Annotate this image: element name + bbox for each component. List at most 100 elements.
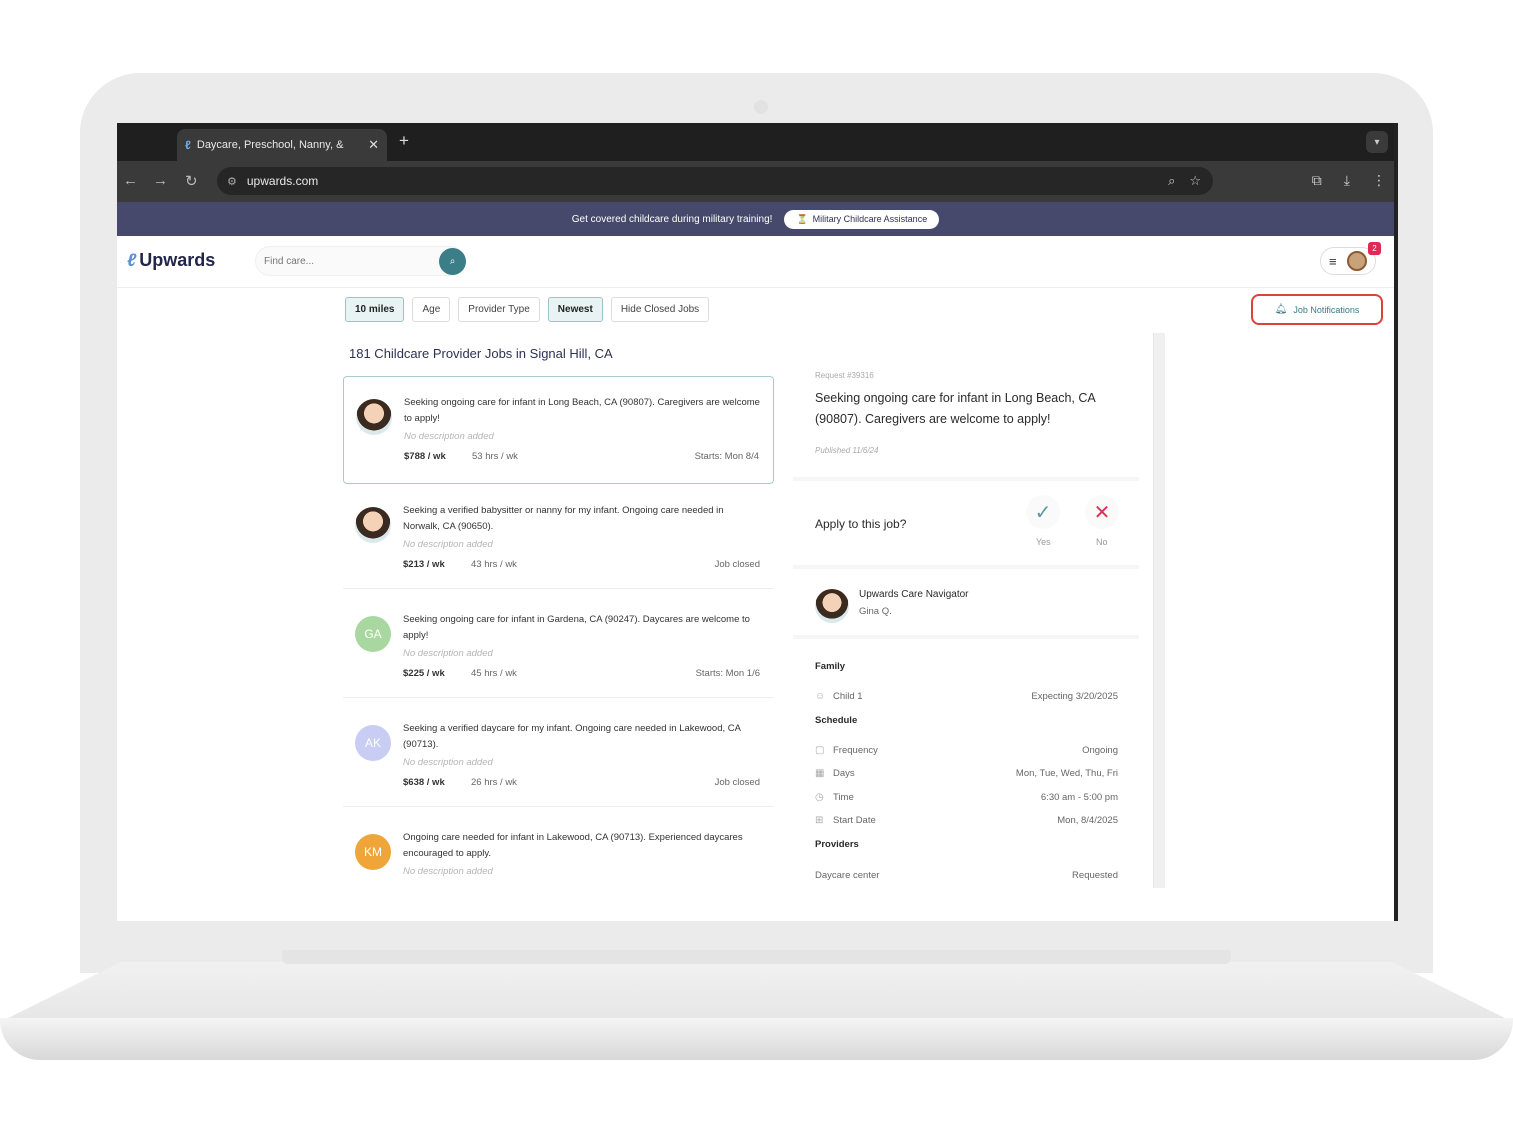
upwards-logo[interactable]: ℓ Upwards	[127, 250, 215, 271]
search-button[interactable]: ⌕	[439, 248, 466, 275]
close-icon: ✕	[1093, 501, 1111, 524]
avatar	[815, 589, 849, 623]
start-date-label: Start Date	[833, 815, 876, 826]
bookmark-star-icon[interactable]: ☆	[1189, 173, 1201, 189]
job-card[interactable]: GA Seeking ongoing care for infant in Ga…	[343, 594, 774, 698]
url-text: upwards.com	[246, 174, 319, 188]
new-tab-icon[interactable]: +	[399, 131, 409, 151]
zoom-icon[interactable]: ⌕	[1168, 173, 1175, 189]
job-description: No description added	[403, 757, 493, 768]
published-date: Published 11/6/24	[815, 446, 879, 455]
filter-hide-closed[interactable]: Hide Closed Jobs	[610, 297, 710, 322]
avatar: AK	[355, 725, 391, 761]
apply-no-button[interactable]: ✕	[1085, 495, 1119, 529]
child-value: Expecting 3/20/2025	[1031, 691, 1118, 702]
clock-icon: ◷	[815, 792, 824, 803]
calendar-plus-icon: ⊞	[815, 815, 824, 826]
job-hours: 43 hrs / wk	[471, 559, 517, 570]
more-menu-icon[interactable]: ⋮	[1372, 172, 1386, 189]
job-title: Seeking ongoing care for infant in Long …	[404, 397, 760, 424]
job-title: Ongoing care needed for infant in Lakewo…	[403, 832, 743, 859]
job-description: No description added	[404, 431, 494, 442]
filter-sort-newest[interactable]: Newest	[547, 297, 603, 322]
job-notifications-button[interactable]: 🔔︎ Job Notifications	[1251, 294, 1383, 325]
days-label: Days	[833, 768, 855, 779]
search-box: ⌕	[255, 246, 466, 276]
filter-distance[interactable]: 10 miles	[345, 297, 405, 322]
job-title: Seeking a verified babysitter or nanny f…	[403, 505, 724, 532]
job-description: No description added	[403, 866, 493, 877]
extensions-icon[interactable]: ⧉	[1312, 172, 1322, 189]
job-card[interactable]: KM Ongoing care needed for infant in Lak…	[343, 812, 774, 916]
job-description: No description added	[403, 648, 493, 659]
time-row: ◷ Time 6:30 am - 5:00 pm	[815, 792, 1118, 803]
avatar	[356, 399, 392, 435]
address-bar[interactable]: ⚙ upwards.com ⌕ ☆	[217, 167, 1213, 195]
site-settings-icon[interactable]: ⚙	[227, 175, 237, 188]
reload-icon[interactable]: ↻	[185, 172, 198, 190]
child-row: ☺ Child 1 Expecting 3/20/2025	[815, 691, 1118, 702]
filter-provider-type[interactable]: Provider Type	[458, 297, 540, 322]
calendar-icon: ▢	[815, 745, 825, 756]
start-date-value: Mon, 8/4/2025	[1057, 815, 1118, 826]
no-label: No	[1096, 537, 1108, 547]
apply-yes-button[interactable]: ✓	[1026, 495, 1060, 529]
job-card[interactable]: AK Seeking a verified daycare for my inf…	[343, 703, 774, 807]
care-navigator: Upwards Care Navigator Gina Q.	[793, 569, 1139, 635]
job-pay: $638 / wk	[403, 777, 445, 788]
laptop-foot	[0, 1018, 1513, 1060]
bell-icon: 🔔︎	[1274, 304, 1288, 315]
job-card[interactable]: Seeking ongoing care for infant in Long …	[343, 376, 774, 484]
family-heading: Family	[815, 661, 846, 672]
frequency-row: ▢ Frequency Ongoing	[815, 745, 1118, 756]
download-icon[interactable]: ⤓	[1344, 172, 1350, 189]
search-input[interactable]	[256, 247, 406, 275]
start-date-row: ⊞ Start Date Mon, 8/4/2025	[815, 815, 1118, 826]
job-title: Seeking ongoing care for infant in Garde…	[403, 614, 750, 641]
request-details: Family ☺ Child 1 Expecting 3/20/2025 Sche…	[793, 639, 1139, 921]
tab-title: Daycare, Preschool, Nanny, &	[196, 139, 344, 151]
time-value: 6:30 am - 5:00 pm	[1040, 792, 1118, 803]
days-row: ▦ Days Mon, Tue, Wed, Thu, Fri	[815, 768, 1118, 779]
avatar: KM	[355, 834, 391, 870]
request-title: Seeking ongoing care for infant in Long …	[815, 391, 1096, 426]
job-detail-panel: Request #39316 Seeking ongoing care for …	[793, 353, 1139, 921]
promo-banner: Get covered childcare during military tr…	[117, 202, 1394, 236]
checkmark-icon: ✓	[1034, 501, 1052, 524]
time-label: Time	[833, 792, 854, 803]
providers-heading: Providers	[815, 839, 859, 850]
calendar-grid-icon: ▦	[815, 768, 825, 779]
job-list-heading: 181 Childcare Provider Jobs in Signal Hi…	[349, 346, 613, 361]
job-pay: $788 / wk	[404, 451, 446, 462]
back-arrow-icon[interactable]: ←	[123, 172, 138, 189]
schedule-heading: Schedule	[815, 715, 858, 726]
search-icon: ⌕	[449, 256, 456, 267]
yes-label: Yes	[1036, 537, 1051, 547]
military-childcare-button[interactable]: ⏳ Military Childcare Assistance	[784, 209, 940, 229]
screen: ℓ Daycare, Preschool, Nanny, & ✕ + ▾ ← →…	[117, 123, 1398, 921]
filter-age[interactable]: Age	[412, 297, 451, 322]
medal-icon: ⏳	[796, 213, 808, 224]
avatar	[1346, 251, 1367, 271]
detail-scrollbar[interactable]	[1153, 333, 1165, 888]
job-pay: $213 / wk	[403, 559, 445, 570]
job-status: Starts: Mon 8/4	[694, 451, 759, 462]
apply-question: Apply to this job?	[815, 517, 907, 531]
avatar: GA	[355, 616, 391, 652]
days-value: Mon, Tue, Wed, Thu, Fri	[1015, 768, 1118, 779]
forward-arrow-icon[interactable]: →	[153, 172, 168, 189]
apply-section: Apply to this job? ✓ Yes ✕ No	[793, 481, 1139, 565]
browser-tab[interactable]: ℓ Daycare, Preschool, Nanny, & ✕	[177, 129, 387, 161]
filter-bar: 10 miles Age Provider Type Newest Hide C…	[345, 297, 710, 322]
site-header: ℓ Upwards ⌕ ≡ 2	[117, 236, 1394, 288]
logo-text: Upwards	[139, 250, 216, 270]
job-status: Job closed	[714, 777, 760, 788]
job-card[interactable]: Seeking a verified babysitter or nanny f…	[343, 485, 774, 589]
user-menu[interactable]: ≡ 2	[1320, 242, 1381, 275]
frequency-label: Frequency	[833, 745, 878, 756]
notification-badge: 2	[1368, 242, 1381, 255]
tab-search-chevron-icon[interactable]: ▾	[1366, 131, 1388, 153]
job-hours: 26 hrs / wk	[471, 777, 517, 788]
provider-label: Daycare center	[815, 870, 880, 881]
close-tab-icon[interactable]: ✕	[368, 137, 379, 153]
